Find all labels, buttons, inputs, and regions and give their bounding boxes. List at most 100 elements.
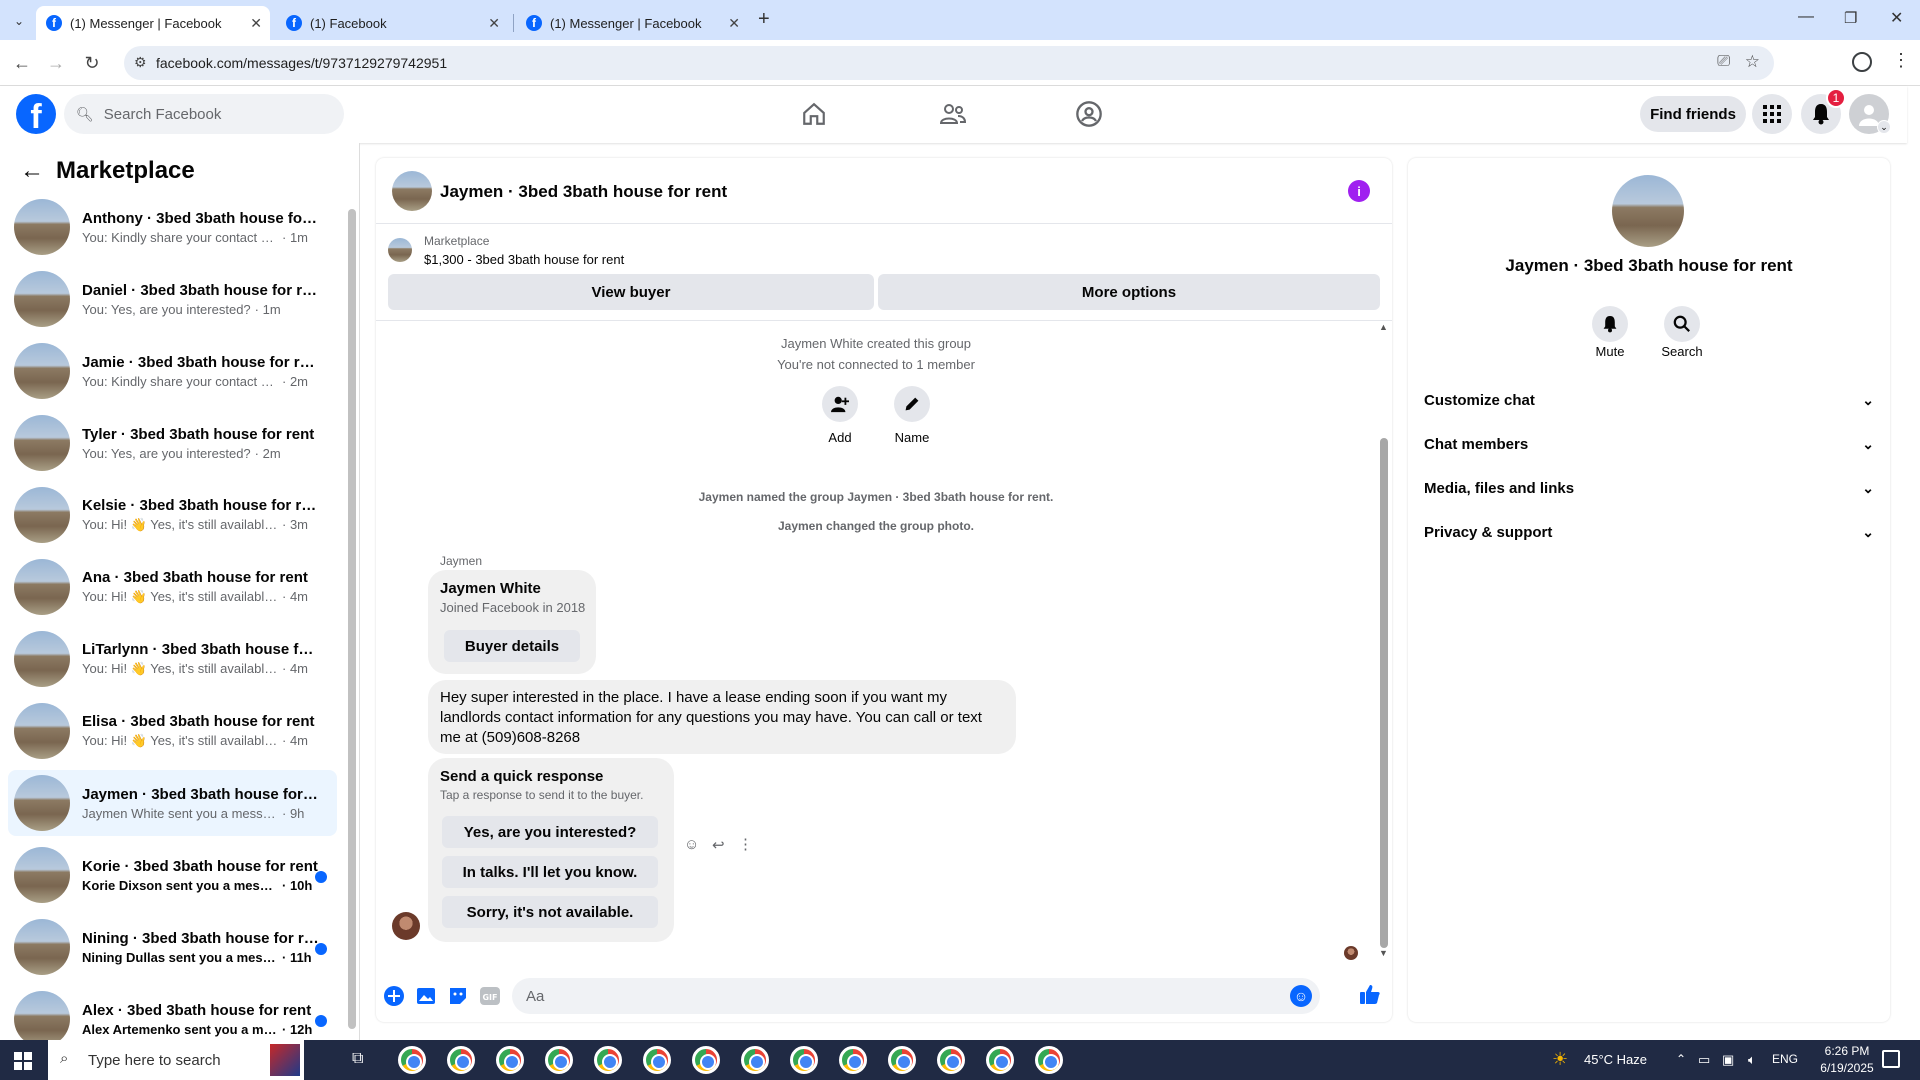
message-input[interactable]: Aa ☺ xyxy=(512,978,1320,1014)
section-media-files[interactable]: Media, files and links ⌄ xyxy=(1424,470,1874,506)
conversation-item[interactable]: LiTarlynn · 3bed 3bath house for rent You… xyxy=(8,626,337,692)
profile-icon[interactable] xyxy=(1852,52,1872,72)
clock-date[interactable]: 6/19/2025 xyxy=(1812,1061,1882,1075)
chat-title[interactable]: Jaymen · 3bed 3bath house for rent xyxy=(440,182,727,202)
back-arrow-icon[interactable]: ← xyxy=(20,157,44,185)
clock-time[interactable]: 6:26 PM xyxy=(1812,1044,1882,1058)
chat-avatar[interactable] xyxy=(392,171,432,211)
conversation-item[interactable]: Anthony · 3bed 3bath house for rent You: … xyxy=(8,194,337,260)
tab-messenger-active[interactable]: f (1) Messenger | Facebook ✕ xyxy=(36,6,270,40)
sticker-icon[interactable] xyxy=(446,984,470,1008)
chrome-taskbar-icon[interactable] xyxy=(692,1046,720,1074)
bookmark-star-icon[interactable]: ☆ xyxy=(1745,52,1760,72)
reply-icon[interactable]: ↩ xyxy=(712,836,725,854)
section-privacy-support[interactable]: Privacy & support ⌄ xyxy=(1424,514,1874,550)
language-indicator[interactable]: ENG xyxy=(1772,1052,1798,1066)
rename-group-button[interactable] xyxy=(894,386,930,422)
tab-search-icon[interactable]: ⌄ xyxy=(8,10,30,32)
apps-menu-icon[interactable] xyxy=(1752,94,1792,134)
tab-messenger[interactable]: f (1) Messenger | Facebook ✕ xyxy=(516,6,748,40)
reload-icon[interactable]: ↻ xyxy=(80,51,104,75)
listing-title[interactable]: $1,300 - 3bed 3bath house for rent xyxy=(424,252,624,267)
account-chevron-icon[interactable]: ⌄ xyxy=(1877,120,1891,134)
facebook-logo-icon[interactable]: f xyxy=(16,94,56,134)
conversation-item[interactable]: Elisa · 3bed 3bath house for rent You: Hi… xyxy=(8,698,337,764)
buyer-details-button[interactable]: Buyer details xyxy=(444,630,580,662)
view-buyer-button[interactable]: View buyer xyxy=(388,274,874,310)
minimize-icon[interactable]: — xyxy=(1798,8,1814,26)
more-options-button[interactable]: More options xyxy=(878,274,1380,310)
chrome-taskbar-icon[interactable] xyxy=(986,1046,1014,1074)
sender-avatar[interactable] xyxy=(392,912,420,940)
message-bubble[interactable]: Hey super interested in the place. I hav… xyxy=(428,680,1016,754)
gif-icon[interactable]: GIF xyxy=(478,984,502,1008)
browser-menu-icon[interactable]: ⋮ xyxy=(1892,50,1910,71)
like-thumb-icon[interactable] xyxy=(1358,982,1382,1006)
conversation-item[interactable]: Ana · 3bed 3bath house for rent You: Hi! … xyxy=(8,554,337,620)
scroll-down-icon[interactable]: ▼ xyxy=(1379,948,1388,958)
chrome-taskbar-icon[interactable] xyxy=(741,1046,769,1074)
quick-response-button[interactable]: In talks. I'll let you know. xyxy=(442,856,658,888)
conversation-item[interactable]: Kelsie · 3bed 3bath house for rent You: H… xyxy=(8,482,337,548)
close-window-icon[interactable]: ✕ xyxy=(1890,8,1903,28)
notification-center-icon[interactable] xyxy=(1882,1050,1900,1068)
close-tab-icon[interactable]: ✕ xyxy=(250,15,262,32)
tab-facebook[interactable]: f (1) Facebook ✕ xyxy=(276,6,508,40)
forward-icon[interactable]: → xyxy=(44,51,68,75)
conversation-item[interactable]: Nining · 3bed 3bath house for rent Nining… xyxy=(8,914,337,980)
chrome-taskbar-icon[interactable] xyxy=(888,1046,916,1074)
find-friends-button[interactable]: Find friends xyxy=(1640,96,1746,132)
add-member-button[interactable] xyxy=(822,386,858,422)
taskbar-search-input[interactable]: ⌕ Type here to search xyxy=(48,1040,304,1080)
windows-start-icon[interactable] xyxy=(14,1052,32,1075)
chrome-taskbar-icon[interactable] xyxy=(643,1046,671,1074)
network-icon[interactable]: ▣ xyxy=(1722,1052,1734,1068)
section-customize-chat[interactable]: Customize chat ⌄ xyxy=(1424,382,1874,418)
chrome-taskbar-icon[interactable] xyxy=(594,1046,622,1074)
quick-response-button[interactable]: Yes, are you interested? xyxy=(442,816,658,848)
tray-chevron-icon[interactable]: ⌃ xyxy=(1676,1052,1686,1066)
scroll-up-icon[interactable]: ▲ xyxy=(1379,322,1388,332)
react-icon[interactable]: ☺ xyxy=(684,836,699,853)
conversation-item-selected[interactable]: Jaymen · 3bed 3bath house for rent Jaymen… xyxy=(8,770,337,836)
info-icon[interactable]: i xyxy=(1348,180,1370,202)
photo-attach-icon[interactable] xyxy=(414,984,438,1008)
groups-icon[interactable] xyxy=(1073,98,1105,130)
volume-icon[interactable]: 🔈︎ xyxy=(1748,1052,1756,1068)
emoji-icon[interactable]: ☺ xyxy=(1290,985,1312,1007)
chrome-taskbar-icon[interactable] xyxy=(790,1046,818,1074)
conversation-item[interactable]: Tyler · 3bed 3bath house for rent You: Ye… xyxy=(8,410,337,476)
chrome-taskbar-icon[interactable] xyxy=(398,1046,426,1074)
chat-scrollbar[interactable] xyxy=(1380,438,1388,948)
omnibox[interactable]: ⚙ facebook.com/messages/t/97371292797429… xyxy=(124,46,1774,80)
conversation-item[interactable]: Korie · 3bed 3bath house for rent Korie D… xyxy=(8,842,337,908)
home-icon[interactable] xyxy=(798,98,830,130)
close-tab-icon[interactable]: ✕ xyxy=(728,15,740,32)
chrome-taskbar-icon[interactable] xyxy=(937,1046,965,1074)
friends-icon[interactable] xyxy=(937,98,969,130)
search-conversation-button[interactable] xyxy=(1664,306,1700,342)
mute-button[interactable] xyxy=(1592,306,1628,342)
chrome-taskbar-icon[interactable] xyxy=(496,1046,524,1074)
quick-response-button[interactable]: Sorry, it's not available. xyxy=(442,896,658,928)
task-view-icon[interactable]: ⧉ xyxy=(352,1050,363,1068)
weather-icon[interactable]: ☀ xyxy=(1552,1049,1568,1070)
chrome-taskbar-icon[interactable] xyxy=(447,1046,475,1074)
chrome-taskbar-icon[interactable] xyxy=(545,1046,573,1074)
more-actions-icon[interactable]: ⋮ xyxy=(738,835,753,853)
conversation-item[interactable]: Jamie · 3bed 3bath house for rent You: Ki… xyxy=(8,338,337,404)
site-info-icon[interactable]: ⚙ xyxy=(134,54,147,71)
tray-device-icon[interactable]: ▭ xyxy=(1698,1052,1710,1068)
sidebar-scrollbar[interactable] xyxy=(348,209,356,1029)
section-chat-members[interactable]: Chat members ⌄ xyxy=(1424,426,1874,462)
facebook-search-input[interactable]: 🔍︎ Search Facebook xyxy=(64,94,344,134)
weather-text[interactable]: 45°C Haze xyxy=(1584,1052,1647,1067)
conversation-item[interactable]: Daniel · 3bed 3bath house for rent You: Y… xyxy=(8,266,337,332)
chrome-taskbar-icon[interactable] xyxy=(1035,1046,1063,1074)
new-tab-icon[interactable]: + xyxy=(758,8,770,31)
close-tab-icon[interactable]: ✕ xyxy=(488,15,500,32)
back-icon[interactable]: ← xyxy=(10,51,34,75)
more-attachments-icon[interactable] xyxy=(382,984,406,1008)
install-icon[interactable]: ⎚ xyxy=(1717,53,1730,71)
chrome-taskbar-icon[interactable] xyxy=(839,1046,867,1074)
